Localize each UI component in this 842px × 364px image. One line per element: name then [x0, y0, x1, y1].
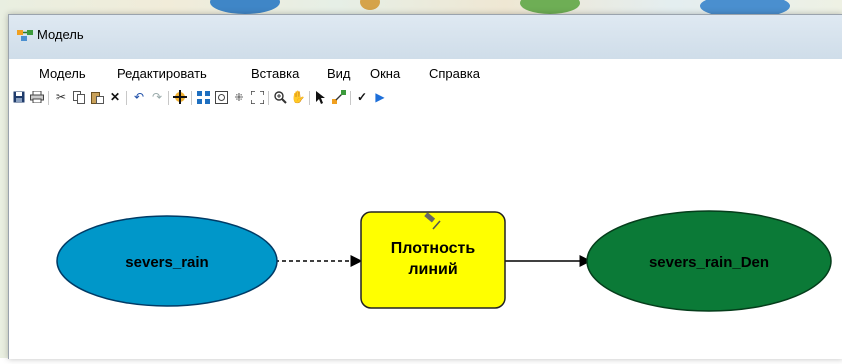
auto-layout-icon[interactable]: [195, 89, 211, 105]
select-icon[interactable]: [313, 89, 329, 105]
map-feature: [520, 0, 580, 14]
model-builder-icon: [17, 30, 33, 41]
save-icon[interactable]: [11, 89, 27, 105]
redo-icon[interactable]: ↷: [149, 89, 165, 105]
menu-bar: Модель Редактировать Вставка Вид Окна Сп…: [9, 59, 842, 85]
map-feature: [360, 0, 380, 10]
title-bar[interactable]: Модель: [9, 15, 842, 59]
menu-view[interactable]: Вид: [327, 66, 351, 81]
fixed-zoom-in-icon[interactable]: ⁜: [231, 89, 247, 105]
output-node[interactable]: severs_rain_Den: [586, 210, 832, 312]
print-icon[interactable]: [29, 89, 45, 105]
full-extent-icon[interactable]: [213, 89, 229, 105]
input-node[interactable]: severs_rain: [56, 215, 278, 307]
validate-icon[interactable]: ✓: [354, 89, 370, 105]
fixed-zoom-out-icon[interactable]: [249, 89, 265, 105]
menu-help[interactable]: Справка: [429, 66, 480, 81]
model-window: Модель Модель Редактировать Вставка Вид …: [8, 14, 842, 359]
pan-icon[interactable]: ✋: [290, 89, 306, 105]
copy-icon[interactable]: [71, 89, 87, 105]
tool-node-label-line1: Плотность: [391, 240, 476, 257]
toolbar: ✂ ✕ ↶ ↷ ⁜ ✋ ✓ ▶: [9, 85, 842, 111]
delete-icon[interactable]: ✕: [107, 89, 123, 105]
menu-edit[interactable]: Редактировать: [117, 66, 207, 81]
connect-icon[interactable]: [331, 89, 347, 105]
menu-model[interactable]: Модель: [39, 66, 86, 81]
cut-icon[interactable]: ✂: [53, 89, 69, 105]
output-node-label: severs_rain_Den: [649, 254, 769, 271]
input-node-label: severs_rain: [125, 254, 208, 271]
model-canvas[interactable]: severs_rain Плотность линий severs_rain_…: [9, 111, 842, 359]
menu-insert[interactable]: Вставка: [251, 66, 299, 81]
model-diagram: severs_rain Плотность линий severs_rain_…: [56, 210, 832, 312]
add-data-icon[interactable]: [172, 89, 188, 105]
paste-icon[interactable]: [89, 89, 105, 105]
tool-node-label-line2: линий: [408, 261, 457, 278]
tool-node[interactable]: Плотность линий: [360, 211, 506, 309]
run-icon[interactable]: ▶: [372, 89, 388, 105]
menu-windows[interactable]: Окна: [370, 66, 400, 81]
undo-icon[interactable]: ↶: [131, 89, 147, 105]
window-title: Модель: [37, 27, 84, 42]
zoom-in-icon[interactable]: [272, 89, 288, 105]
map-feature: [210, 0, 280, 14]
